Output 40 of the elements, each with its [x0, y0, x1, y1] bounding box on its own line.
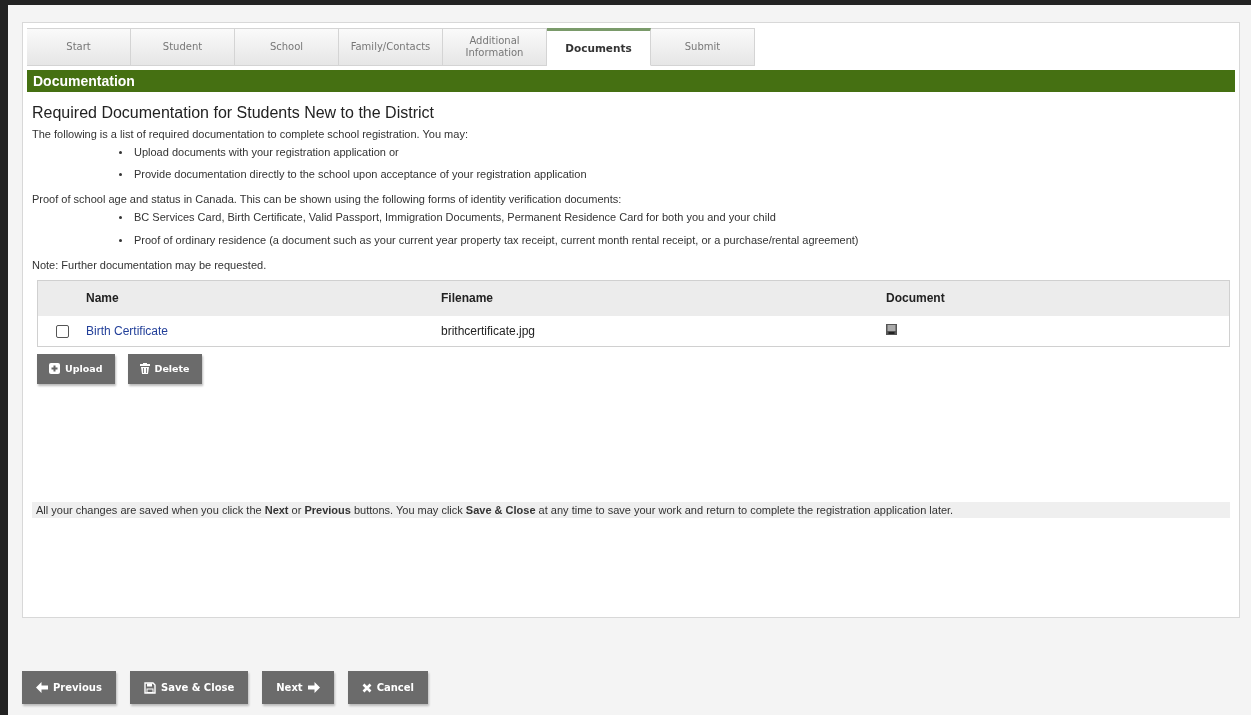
document-icon[interactable] — [886, 323, 897, 335]
page-heading: Required Documentation for Students New to the District — [32, 104, 435, 122]
list-item: Upload documents with your registration application or — [134, 146, 399, 160]
trash-icon — [139, 363, 150, 375]
column-header: Name — [86, 291, 119, 306]
intro-text: The following is a list of required documentation to complete school registration. You may: — [32, 128, 469, 140]
plus-icon — [49, 363, 60, 375]
close-icon — [361, 682, 372, 693]
tab[interactable]: Start — [27, 28, 131, 66]
bullet-icon — [119, 216, 122, 220]
upload-button[interactable]: Upload — [37, 353, 115, 384]
tab[interactable]: Student — [131, 28, 235, 66]
cancel-button[interactable]: Cancel — [347, 671, 428, 704]
tab[interactable]: Additional Information — [443, 28, 547, 66]
note-text: Note: Further documentation may be requested. — [32, 258, 268, 271]
tab[interactable]: Family/Contacts — [339, 28, 443, 66]
save-icon — [143, 681, 156, 694]
list-item: BC Services Card, Birth Certificate, Valid Passport, Immigration Documents, Permanent Residence Card for both you and your child — [134, 211, 776, 225]
tab[interactable]: Submit — [651, 28, 755, 66]
tab[interactable]: Documents — [547, 28, 651, 66]
list-item: Provide documentation directly to the school upon acceptance of your registration application — [134, 168, 587, 182]
column-header: Filename — [441, 291, 494, 306]
save-button[interactable]: Save & Close — [129, 671, 249, 704]
tab[interactable]: School — [235, 28, 339, 66]
checkbox[interactable] — [55, 324, 69, 338]
bullet-icon — [119, 151, 122, 154]
table-cell: brithcertificate.jpg — [441, 323, 536, 338]
previous-button[interactable]: Previous — [22, 671, 116, 704]
list-item: Proof of ordinary residence (a document such as your current year property tax receipt, current month rental receipt, or a purchase/rental agreement) — [134, 233, 859, 247]
section-header: Documentation — [27, 70, 1235, 92]
proof-text: Proof of school age and status in Canada. This can be shown using the following forms of identity verification documents: — [32, 193, 623, 206]
document-link[interactable]: Birth Certificate — [86, 323, 169, 338]
delete-button[interactable]: Delete — [127, 353, 202, 384]
arrow-left-icon — [36, 682, 48, 693]
column-header: Document — [886, 291, 945, 306]
next-button[interactable]: Next — [262, 671, 334, 704]
bullet-icon — [119, 173, 122, 177]
bullet-icon — [119, 238, 122, 242]
arrow-right-icon — [307, 682, 320, 693]
info-note: All your changes are saved when you click the Next or Previous buttons. You may click Save & Close at any time to save your work and return to complete the registration application later. — [32, 501, 1230, 518]
